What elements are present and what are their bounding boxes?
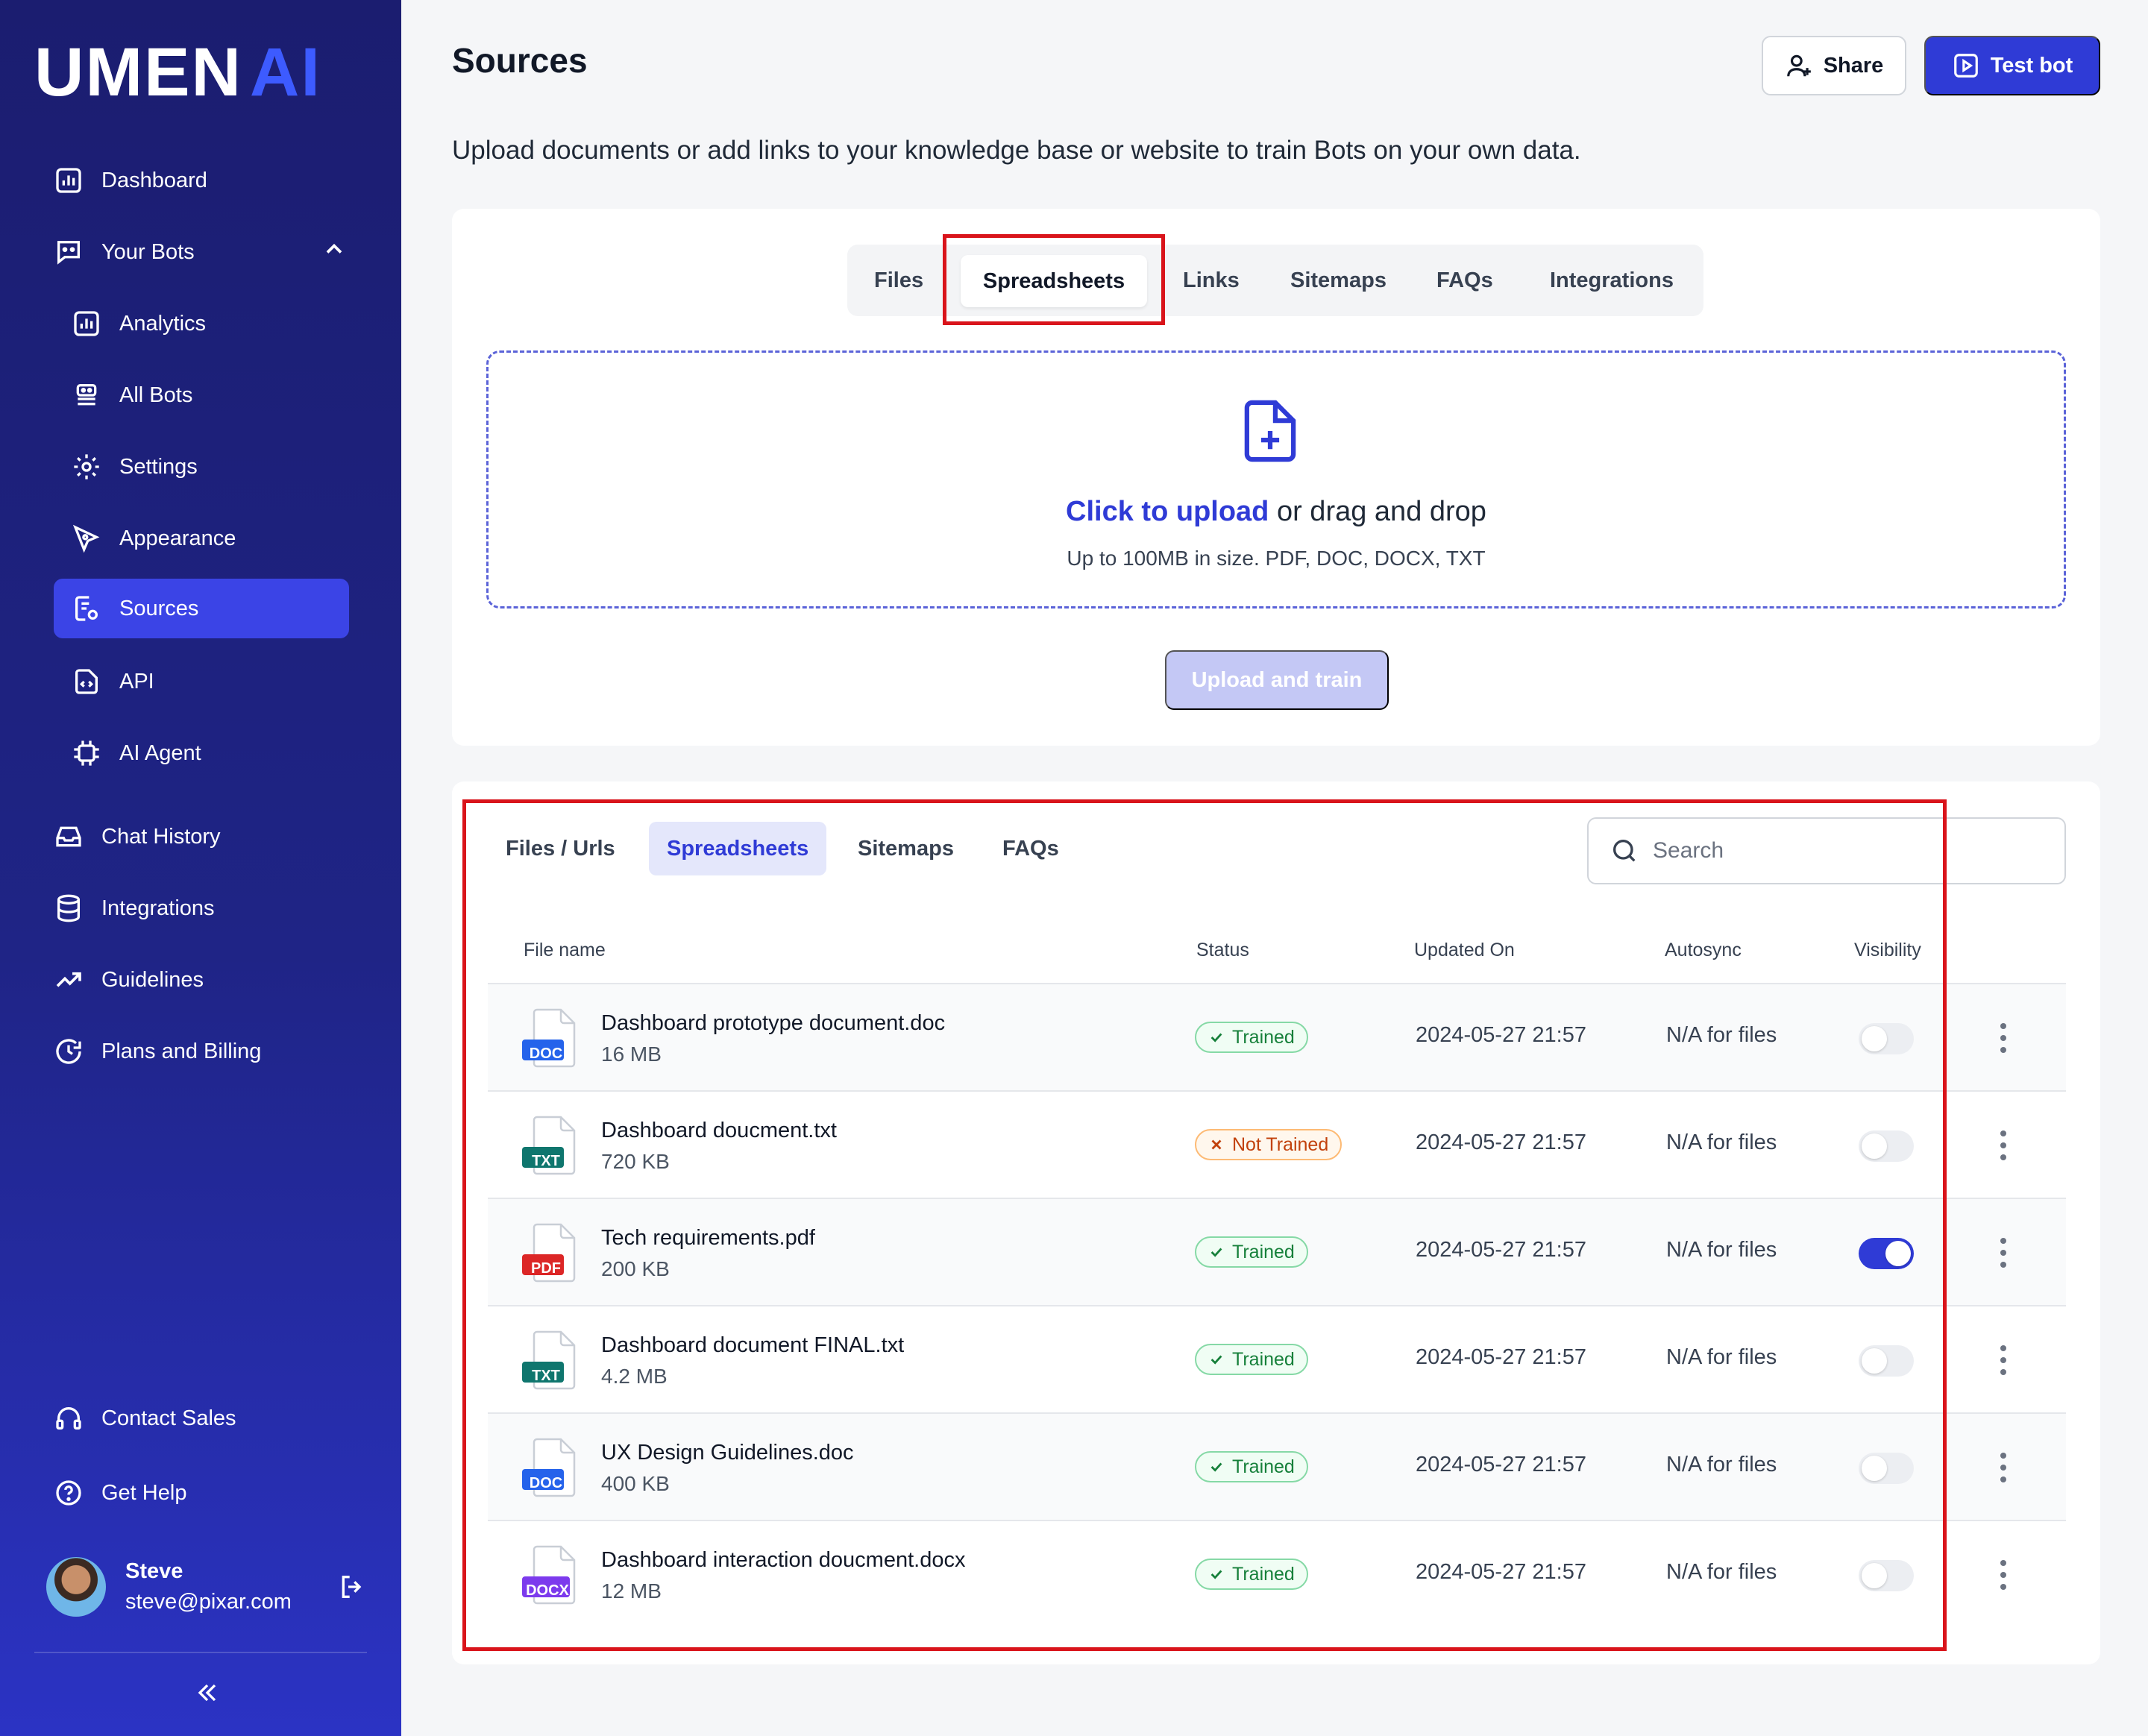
drag-drop-text: or drag and drop (1269, 496, 1486, 527)
sidebar-item-label: Contact Sales (101, 1406, 236, 1430)
sidebar-item-label: Get Help (101, 1480, 187, 1505)
brand-logo[interactable]: UMEN AI (34, 34, 321, 110)
more-options-icon[interactable] (1999, 1236, 2008, 1269)
collapse-sidebar-icon[interactable] (192, 1678, 222, 1708)
sidebar-item-contact-sales[interactable]: Contact Sales (54, 1389, 236, 1448)
sidebar-item-label: All Bots (119, 383, 193, 407)
pen-icon (72, 524, 100, 553)
sidebar-item-label: API (119, 669, 154, 694)
add-user-icon (1786, 54, 1811, 77)
sidebar-item-label: Sources (119, 596, 199, 620)
more-options-icon[interactable] (1999, 1559, 2008, 1591)
sidebar: UMEN AI Dashboard Your Bots Analytics All… (0, 0, 401, 1736)
sidebar-item-chat-history[interactable]: Chat History (54, 807, 221, 867)
sidebar-item-label: Appearance (119, 526, 236, 550)
highlight-box-spreadsheets-tab (943, 234, 1165, 325)
user-name: Steve (125, 1559, 183, 1583)
logout-icon[interactable] (337, 1572, 367, 1602)
sidebar-item-sources[interactable]: Sources (54, 579, 349, 638)
avatar (46, 1557, 106, 1617)
play-icon (1953, 54, 1978, 78)
chip-icon (74, 740, 99, 766)
inbox-icon (56, 826, 81, 847)
click-to-upload-link[interactable]: Click to upload (1066, 496, 1269, 527)
user-profile[interactable]: Steve steve@pixar.com (46, 1557, 292, 1617)
help-icon (56, 1480, 81, 1506)
share-button[interactable]: Share (1762, 36, 1906, 95)
logo-accent: AI (249, 34, 321, 110)
robot-icon (76, 384, 97, 406)
upload-card: Files Spreadsheets Links Sitemaps FAQs I… (452, 209, 2100, 746)
tab-links[interactable]: Links (1183, 245, 1240, 316)
clock-icon (56, 1039, 81, 1064)
database-icon (57, 894, 80, 922)
code-file-icon (75, 669, 98, 694)
sidebar-item-label: AI Agent (119, 740, 201, 765)
sidebar-item-settings[interactable]: Settings (72, 437, 198, 497)
sidebar-item-all-bots[interactable]: All Bots (72, 365, 192, 425)
sidebar-item-api[interactable]: API (72, 652, 154, 711)
more-options-icon[interactable] (1999, 1344, 2008, 1377)
sidebar-item-label: Plans and Billing (101, 1039, 262, 1063)
sidebar-item-label: Integrations (101, 896, 215, 920)
chevron-up-icon[interactable] (321, 236, 348, 262)
more-options-icon[interactable] (1999, 1129, 2008, 1162)
logo-text: UMEN (34, 34, 242, 110)
sidebar-item-plans-billing[interactable]: Plans and Billing (54, 1022, 261, 1081)
headset-icon (56, 1407, 81, 1430)
tab-files[interactable]: Files (874, 245, 923, 316)
sidebar-item-appearance[interactable]: Appearance (72, 509, 236, 568)
chart-icon (56, 168, 81, 193)
page-subtitle: Upload documents or add links to your kn… (452, 136, 1581, 165)
document-gear-icon (75, 596, 98, 621)
sidebar-item-label: Dashboard (101, 168, 207, 192)
bot-chat-icon (57, 241, 80, 265)
sidebar-divider (34, 1652, 367, 1653)
upload-hint: Up to 100MB in size. PDF, DOC, DOCX, TXT (1067, 547, 1486, 570)
tab-faqs[interactable]: FAQs (1436, 245, 1493, 316)
sidebar-item-label: Analytics (119, 311, 207, 336)
share-label: Share (1823, 53, 1884, 78)
more-options-icon[interactable] (1999, 1451, 2008, 1484)
sidebar-item-your-bots[interactable]: Your Bots (54, 222, 195, 282)
sidebar-item-label: Settings (119, 454, 198, 479)
sidebar-item-ai-agent[interactable]: AI Agent (72, 723, 201, 783)
sidebar-item-label: Chat History (101, 824, 221, 849)
trend-icon (56, 972, 81, 987)
upload-instruction: Click to upload or drag and drop (489, 496, 2064, 528)
upload-and-train-button[interactable]: Upload and train (1165, 650, 1389, 710)
highlight-box-file-table (462, 799, 1947, 1651)
sidebar-item-dashboard[interactable]: Dashboard (54, 151, 207, 210)
sidebar-item-guidelines[interactable]: Guidelines (54, 950, 204, 1010)
test-bot-button[interactable]: Test bot (1924, 36, 2100, 95)
test-bot-label: Test bot (1990, 53, 2073, 78)
upload-dropzone[interactable]: Click to upload or drag and drop Up to 1… (486, 350, 2066, 608)
gear-icon (74, 454, 99, 479)
sidebar-item-get-help[interactable]: Get Help (54, 1463, 186, 1523)
sidebar-item-label: Guidelines (101, 967, 204, 992)
page-title: Sources (452, 41, 588, 80)
sidebar-item-integrations[interactable]: Integrations (54, 878, 215, 938)
add-file-icon (1244, 400, 1296, 462)
tab-integrations[interactable]: Integrations (1550, 245, 1674, 316)
user-email: steve@pixar.com (125, 1590, 292, 1614)
sidebar-item-label: Your Bots (101, 239, 195, 264)
chart-icon (74, 311, 99, 336)
sidebar-item-analytics[interactable]: Analytics (72, 294, 206, 353)
tab-sitemaps[interactable]: Sitemaps (1290, 245, 1387, 316)
more-options-icon[interactable] (1999, 1022, 2008, 1054)
